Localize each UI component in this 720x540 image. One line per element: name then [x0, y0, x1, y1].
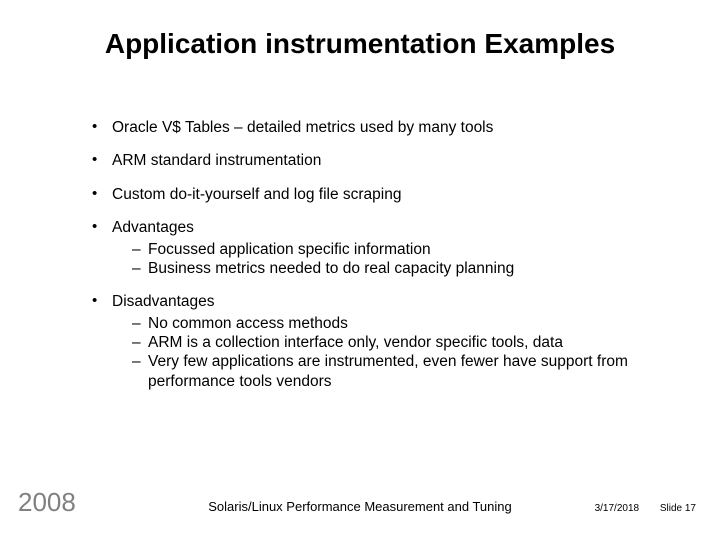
slide-footer: 2008 Solaris/Linux Performance Measureme…: [0, 488, 720, 518]
bullet-item: Disadvantages No common access methods A…: [90, 292, 660, 391]
sub-list: No common access methods ARM is a collec…: [112, 314, 660, 392]
sub-item: Focussed application specific informatio…: [132, 240, 660, 259]
sub-item: Business metrics needed to do real capac…: [132, 259, 660, 278]
footer-date: 3/17/2018: [595, 503, 640, 514]
sub-list: Focussed application specific informatio…: [112, 240, 660, 279]
bullet-label: Advantages: [112, 219, 194, 236]
bullet-item: Advantages Focussed application specific…: [90, 218, 660, 278]
slide-title: Application instrumentation Examples: [0, 28, 720, 60]
sub-item: ARM is a collection interface only, vend…: [132, 333, 660, 352]
footer-slide-number: Slide 17: [660, 503, 696, 514]
bullet-item: Custom do-it-yourself and log file scrap…: [90, 185, 660, 204]
sub-item: Very few applications are instrumented, …: [132, 352, 660, 391]
slide-content: Oracle V$ Tables – detailed metrics used…: [90, 118, 660, 405]
bullet-label: Disadvantages: [112, 293, 215, 310]
bullet-item: Oracle V$ Tables – detailed metrics used…: [90, 118, 660, 137]
bullet-item: ARM standard instrumentation: [90, 151, 660, 170]
bullet-list: Oracle V$ Tables – detailed metrics used…: [90, 118, 660, 391]
footer-meta: 3/17/2018 Slide 17: [595, 503, 696, 514]
sub-item: No common access methods: [132, 314, 660, 333]
slide: Application instrumentation Examples Ora…: [0, 0, 720, 540]
